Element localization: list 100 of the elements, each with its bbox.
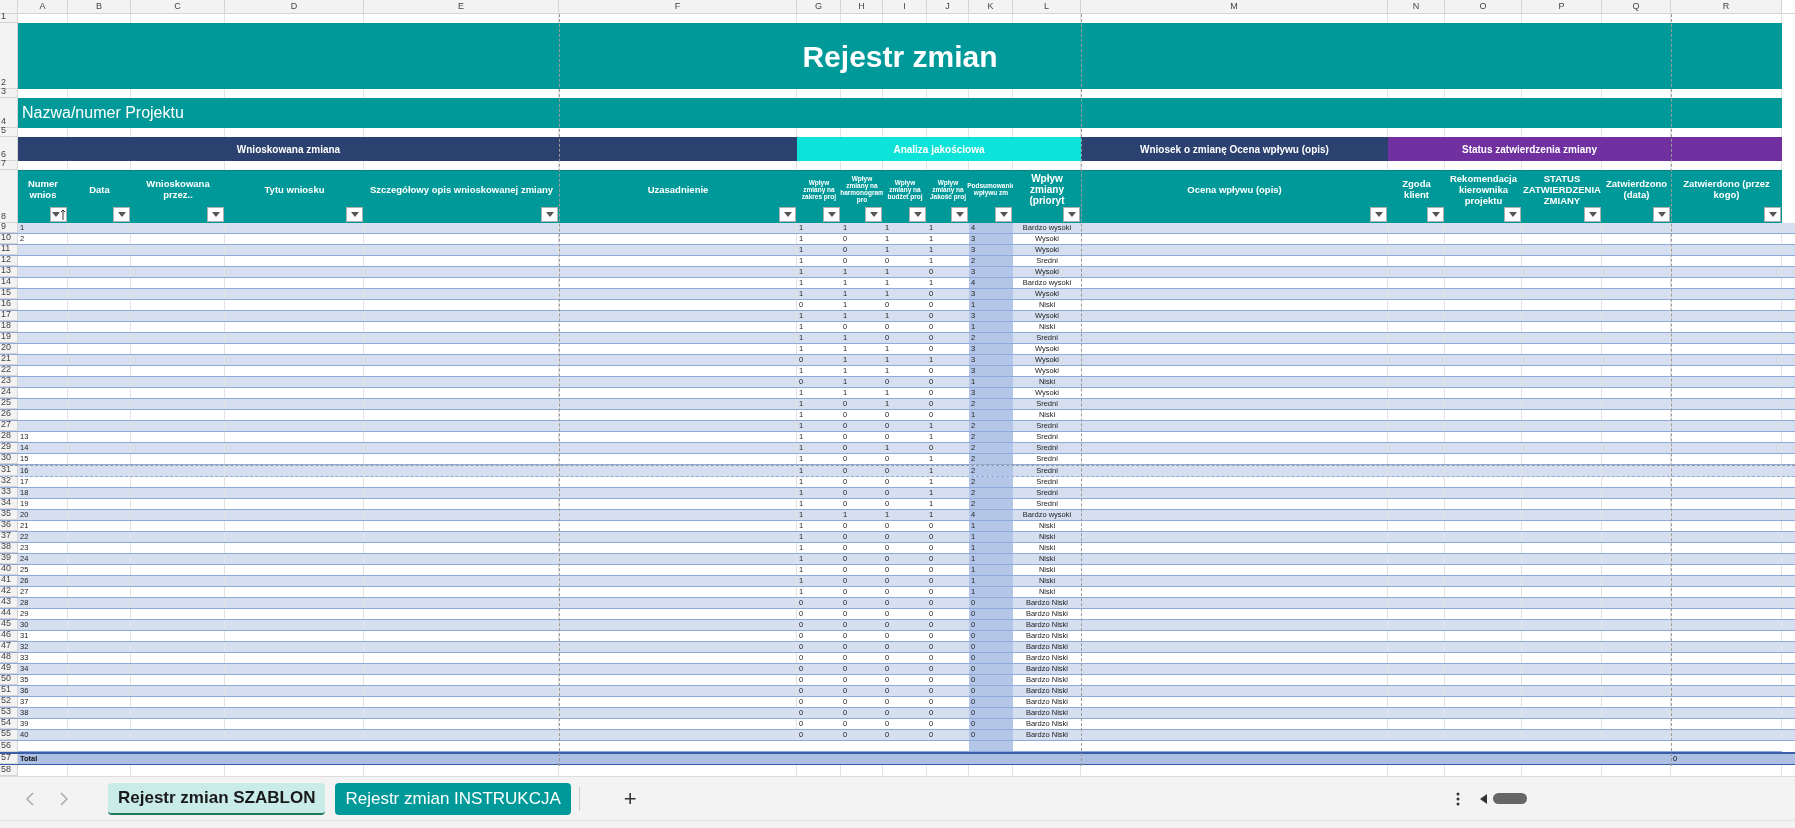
row-number[interactable]: 20 bbox=[0, 344, 18, 354]
column-letter[interactable]: G bbox=[797, 0, 841, 14]
row-number[interactable]: 26 bbox=[0, 410, 18, 420]
row-number[interactable]: 50 bbox=[0, 675, 18, 685]
row-number[interactable]: 10 bbox=[0, 234, 18, 244]
row-number[interactable]: 2 bbox=[0, 23, 18, 89]
row-number[interactable]: 31 bbox=[0, 466, 18, 476]
caret-down-icon bbox=[1768, 212, 1777, 217]
row-number[interactable]: 41 bbox=[0, 576, 18, 586]
caret-down-icon bbox=[827, 212, 836, 217]
row-number[interactable]: 33 bbox=[0, 488, 18, 498]
column-letter[interactable]: L bbox=[1013, 0, 1081, 14]
column-letter[interactable]: J bbox=[927, 0, 969, 14]
column-letter[interactable]: F bbox=[559, 0, 797, 14]
row-number[interactable]: 17 bbox=[0, 311, 18, 321]
row-number[interactable]: 27 bbox=[0, 421, 18, 431]
row-number[interactable]: 51 bbox=[0, 686, 18, 696]
filter-button[interactable] bbox=[113, 207, 130, 222]
sheet-tab[interactable]: Rejestr zmian SZABLON bbox=[108, 782, 326, 815]
column-letter[interactable]: O bbox=[1445, 0, 1522, 14]
filter-button[interactable] bbox=[346, 207, 363, 222]
filter-button[interactable] bbox=[1063, 207, 1080, 222]
filter-button[interactable] bbox=[995, 207, 1012, 222]
row-number[interactable]: 13 bbox=[0, 267, 18, 277]
row-number[interactable]: 47 bbox=[0, 642, 18, 652]
column-letter[interactable]: R bbox=[1671, 0, 1782, 14]
row-number[interactable]: 1 bbox=[0, 14, 18, 23]
filter-button[interactable] bbox=[1584, 207, 1601, 222]
row-number[interactable]: 39 bbox=[0, 554, 18, 564]
row-number[interactable]: 6 bbox=[0, 137, 18, 161]
row-number[interactable]: 9 bbox=[0, 223, 18, 233]
more-options-icon[interactable] bbox=[1456, 791, 1460, 806]
row-number[interactable]: 28 bbox=[0, 432, 18, 442]
row-number[interactable]: 42 bbox=[0, 587, 18, 597]
row-number[interactable]: 8 bbox=[0, 170, 18, 223]
header-label: Szczegółowy opis wnioskowanej zmiany bbox=[369, 183, 554, 195]
filter-button[interactable] bbox=[1427, 207, 1444, 222]
row-number[interactable]: 12 bbox=[0, 256, 18, 266]
column-letter[interactable]: Q bbox=[1602, 0, 1671, 14]
filter-button[interactable] bbox=[1370, 207, 1387, 222]
row-number[interactable]: 55 bbox=[0, 730, 18, 740]
row-number[interactable]: 54 bbox=[0, 719, 18, 729]
row-number[interactable]: 18 bbox=[0, 322, 18, 332]
section-title: Analiza jakościowa bbox=[893, 142, 985, 157]
filter-button[interactable] bbox=[779, 207, 796, 222]
add-sheet-button[interactable]: + bbox=[623, 787, 637, 810]
row-number[interactable]: 29 bbox=[0, 443, 18, 453]
row-number[interactable]: 40 bbox=[0, 565, 18, 575]
filter-button[interactable] bbox=[951, 207, 968, 222]
row-number[interactable]: 7 bbox=[0, 161, 18, 170]
scroll-left-icon[interactable] bbox=[1480, 793, 1487, 804]
row-number[interactable]: 48 bbox=[0, 653, 18, 663]
row-number[interactable]: 37 bbox=[0, 532, 18, 542]
column-letter[interactable]: K bbox=[969, 0, 1013, 14]
column-letter[interactable]: C bbox=[131, 0, 225, 14]
row-number[interactable]: 14 bbox=[0, 278, 18, 288]
filter-button[interactable] bbox=[207, 207, 224, 222]
row-number[interactable]: 15 bbox=[0, 289, 18, 299]
row-number[interactable]: 44 bbox=[0, 609, 18, 619]
row-number[interactable]: 36 bbox=[0, 521, 18, 531]
column-letter[interactable]: H bbox=[841, 0, 883, 14]
row-number[interactable]: 16 bbox=[0, 300, 18, 310]
column-letter[interactable]: I bbox=[883, 0, 927, 14]
row-number[interactable]: 30 bbox=[0, 454, 18, 464]
column-letter[interactable]: B bbox=[68, 0, 131, 14]
row-number[interactable]: 19 bbox=[0, 333, 18, 343]
row-number[interactable]: 45 bbox=[0, 620, 18, 630]
row-number[interactable]: 25 bbox=[0, 399, 18, 409]
column-letter[interactable]: A bbox=[18, 0, 68, 14]
column-letter[interactable]: M bbox=[1081, 0, 1388, 14]
horizontal-scrollbar-thumb[interactable] bbox=[1493, 793, 1527, 804]
row-number[interactable]: 43 bbox=[0, 598, 18, 608]
row-number[interactable]: 49 bbox=[0, 664, 18, 674]
column-letter[interactable]: N bbox=[1388, 0, 1445, 14]
column-letter[interactable]: E bbox=[364, 0, 559, 14]
filter-button[interactable] bbox=[865, 207, 882, 222]
column-letter[interactable]: D bbox=[225, 0, 364, 14]
row-number[interactable]: 53 bbox=[0, 708, 18, 718]
filter-button[interactable] bbox=[823, 207, 840, 222]
row-number[interactable]: 21 bbox=[0, 355, 18, 365]
caret-down-icon bbox=[913, 212, 922, 217]
row-number[interactable]: 38 bbox=[0, 543, 18, 553]
row-number[interactable]: 23 bbox=[0, 377, 18, 387]
row-number[interactable]: 46 bbox=[0, 631, 18, 641]
filter-button[interactable] bbox=[1653, 207, 1670, 222]
row-number[interactable]: 22 bbox=[0, 366, 18, 376]
row-number[interactable]: 24 bbox=[0, 388, 18, 398]
row-number[interactable]: 11 bbox=[0, 245, 18, 255]
row-number[interactable]: 52 bbox=[0, 697, 18, 707]
row-number[interactable]: 57 bbox=[0, 754, 18, 764]
sort-filter-button[interactable] bbox=[50, 207, 67, 222]
filter-button[interactable] bbox=[1764, 207, 1781, 222]
column-letter[interactable]: P bbox=[1522, 0, 1602, 14]
row-number[interactable]: 32 bbox=[0, 477, 18, 487]
filter-button[interactable] bbox=[541, 207, 558, 222]
row-number[interactable]: 35 bbox=[0, 510, 18, 520]
filter-button[interactable] bbox=[1504, 207, 1521, 222]
row-number[interactable]: 4 bbox=[0, 98, 18, 128]
filter-button[interactable] bbox=[909, 207, 926, 222]
row-number[interactable]: 34 bbox=[0, 499, 18, 509]
